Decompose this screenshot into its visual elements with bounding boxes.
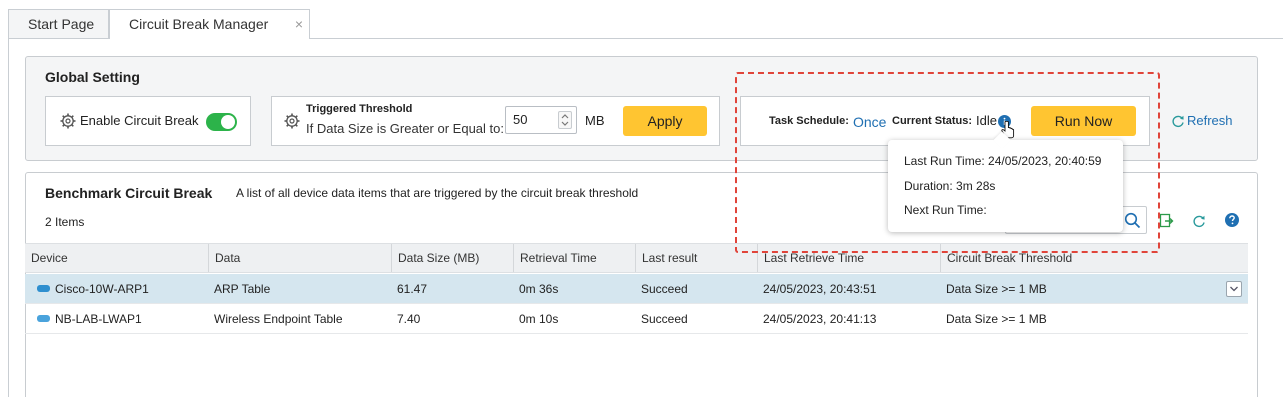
- tab-start-page[interactable]: Start Page: [8, 9, 109, 39]
- data-cell: ARP Table: [214, 282, 271, 296]
- benchmark-title: Benchmark Circuit Break: [45, 185, 213, 201]
- result-cell: Succeed: [641, 312, 688, 326]
- reload-icon[interactable]: [1192, 214, 1206, 228]
- threshold-description: If Data Size is Greater or Equal to:: [306, 121, 504, 136]
- device-name: Cisco-10W-ARP1: [55, 282, 149, 296]
- item-count: 2 Items: [45, 215, 85, 229]
- size-cell: 7.40: [397, 312, 421, 326]
- threshold-cell: Data Size >= 1 MB: [946, 312, 1047, 326]
- toggle-knob: [221, 115, 235, 129]
- gear-icon: [60, 113, 76, 129]
- threshold-title: Triggered Threshold: [306, 103, 413, 115]
- size-cell: 61.47: [397, 282, 428, 296]
- column-header[interactable]: Data: [208, 244, 391, 272]
- tab-circuit-break-manager[interactable]: Circuit Break Manager ×: [109, 9, 310, 39]
- enable-circuit-break-toggle[interactable]: [206, 113, 237, 131]
- table-row[interactable]: Cisco-10W-ARP1 ARP Table 61.47 0m 36s Su…: [25, 274, 1248, 304]
- tab-label: Start Page: [28, 16, 95, 32]
- global-setting-title: Global Setting: [45, 69, 140, 85]
- last-retrieve-cell: 24/05/2023, 20:41:13: [763, 312, 877, 326]
- help-icon[interactable]: [1225, 213, 1239, 227]
- column-header[interactable]: Data Size (MB): [391, 244, 513, 272]
- data-cell: Wireless Endpoint Table: [214, 312, 343, 326]
- device-name: NB-LAB-LWAP1: [55, 312, 142, 326]
- duration: Duration: 3m 28s: [904, 179, 996, 193]
- threshold-unit: MB: [585, 113, 605, 128]
- retrieval-cell: 0m 36s: [519, 282, 559, 296]
- column-header[interactable]: Retrieval Time: [513, 244, 635, 272]
- gear-icon: [284, 113, 300, 129]
- row-expand-button[interactable]: [1226, 281, 1242, 297]
- device-cell: Cisco-10W-ARP1: [31, 274, 149, 304]
- threshold-cell: Data Size >= 1 MB: [946, 282, 1047, 296]
- export-icon[interactable]: [1159, 213, 1174, 228]
- next-run-time: Next Run Time:: [904, 203, 987, 217]
- enable-circuit-break-label: Enable Circuit Break: [80, 113, 199, 128]
- chevron-down-icon: [1230, 286, 1238, 292]
- refresh-link[interactable]: Refresh: [1187, 113, 1233, 128]
- result-cell: Succeed: [641, 282, 688, 296]
- benchmark-description: A list of all device data items that are…: [236, 186, 639, 200]
- apply-button[interactable]: Apply: [623, 106, 707, 136]
- column-header[interactable]: Device: [25, 244, 208, 272]
- table-row[interactable]: NB-LAB-LWAP1 Wireless Endpoint Table 7.4…: [25, 304, 1248, 334]
- last-run-time: Last Run Time: 24/05/2023, 20:40:59: [904, 154, 1102, 168]
- access-point-icon: [37, 315, 50, 323]
- status-tooltip: Last Run Time: 24/05/2023, 20:40:59 Dura…: [888, 131, 1123, 232]
- last-retrieve-cell: 24/05/2023, 20:43:51: [763, 282, 877, 296]
- tab-label: Circuit Break Manager: [129, 16, 269, 32]
- retrieval-cell: 0m 10s: [519, 312, 559, 326]
- close-icon[interactable]: ×: [295, 10, 303, 38]
- tab-bar: Start Page Circuit Break Manager ×: [0, 0, 1283, 39]
- device-cell: NB-LAB-LWAP1: [31, 304, 142, 334]
- switch-icon: [37, 285, 50, 293]
- threshold-input[interactable]: 50: [505, 106, 577, 134]
- stepper-arrows-icon: [561, 114, 569, 126]
- threshold-stepper[interactable]: [558, 111, 572, 129]
- refresh-icon[interactable]: [1171, 114, 1185, 128]
- threshold-value: 50: [513, 112, 528, 127]
